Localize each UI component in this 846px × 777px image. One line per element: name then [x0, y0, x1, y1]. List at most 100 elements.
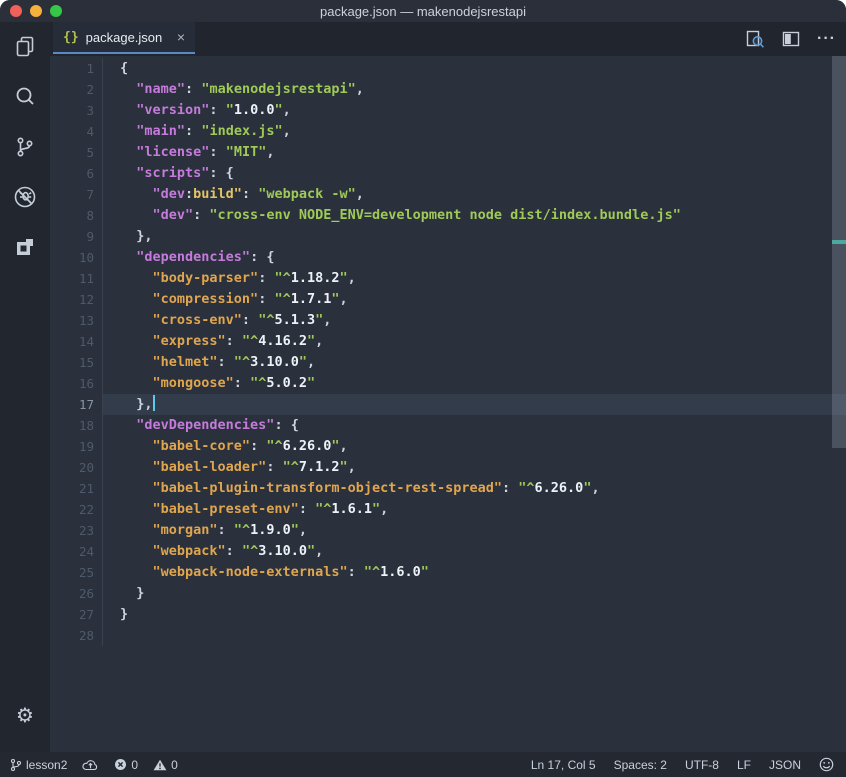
eol-indicator[interactable]: LF: [737, 758, 751, 772]
tab-bar: {} package.json × ···: [50, 22, 846, 56]
cursor-position-indicator[interactable]: Ln 17, Col 5: [531, 758, 596, 772]
more-actions-button[interactable]: ···: [817, 34, 836, 44]
split-editor-button[interactable]: [782, 31, 800, 47]
scrollbar-thumb[interactable]: [832, 56, 846, 448]
code-line[interactable]: 2 "name": "makenodejsrestapi",: [50, 79, 846, 100]
sidebar-item-search[interactable]: [0, 72, 50, 122]
language-mode-indicator[interactable]: JSON: [769, 758, 801, 772]
tab-label: package.json: [86, 30, 163, 45]
editor-actions: ···: [745, 22, 836, 56]
gear-icon: ⚙: [16, 705, 34, 725]
sidebar-item-extensions[interactable]: [0, 222, 50, 272]
debug-icon: [12, 184, 38, 210]
code-line[interactable]: 25 "webpack-node-externals": "^1.6.0": [50, 562, 846, 583]
line-number: 14: [50, 331, 103, 352]
editor[interactable]: 1{2 "name": "makenodejsrestapi",3 "versi…: [50, 56, 846, 752]
line-number: 16: [50, 373, 103, 394]
code-line[interactable]: 8 "dev": "cross-env NODE_ENV=development…: [50, 205, 846, 226]
code-line[interactable]: 24 "webpack": "^3.10.0",: [50, 541, 846, 562]
code-line[interactable]: 5 "license": "MIT",: [50, 142, 846, 163]
code-text: "main": "index.js",: [103, 121, 846, 142]
sidebar-item-source-control[interactable]: [0, 122, 50, 172]
code-line[interactable]: 7 "dev:build": "webpack -w",: [50, 184, 846, 205]
code-line[interactable]: 3 "version": "1.0.0",: [50, 100, 846, 121]
code-line[interactable]: 20 "babel-loader": "^7.1.2",: [50, 457, 846, 478]
code-text: },: [103, 394, 846, 415]
code-line[interactable]: 19 "babel-core": "^6.26.0",: [50, 436, 846, 457]
code-line[interactable]: 22 "babel-preset-env": "^1.6.1",: [50, 499, 846, 520]
code-text: "license": "MIT",: [103, 142, 846, 163]
code-line[interactable]: 28: [50, 625, 846, 646]
json-braces-icon: {}: [63, 30, 79, 45]
line-number: 10: [50, 247, 103, 268]
encoding-indicator[interactable]: UTF-8: [685, 758, 719, 772]
line-number: 27: [50, 604, 103, 625]
code-line[interactable]: 14 "express": "^4.16.2",: [50, 331, 846, 352]
code-text: "express": "^4.16.2",: [103, 331, 846, 352]
sidebar-item-explorer[interactable]: [0, 22, 50, 72]
branch-name: lesson2: [26, 758, 67, 772]
more-actions-icon: ···: [817, 34, 836, 44]
overview-ruler-mark: [832, 240, 846, 244]
publish-changes-button[interactable]: [82, 759, 99, 771]
line-number: 20: [50, 457, 103, 478]
code-line[interactable]: 17 },: [50, 394, 846, 415]
line-number: 15: [50, 352, 103, 373]
code-line[interactable]: 6 "scripts": {: [50, 163, 846, 184]
code-text: "babel-plugin-transform-object-rest-spre…: [103, 478, 846, 499]
line-number: 28: [50, 625, 103, 646]
code-text: "babel-loader": "^7.1.2",: [103, 457, 846, 478]
line-number: 26: [50, 583, 103, 604]
code-line[interactable]: 13 "cross-env": "^5.1.3",: [50, 310, 846, 331]
code-text: "morgan": "^1.9.0",: [103, 520, 846, 541]
code-line[interactable]: 26 }: [50, 583, 846, 604]
status-bar: lesson2 0: [0, 752, 846, 777]
line-number: 7: [50, 184, 103, 205]
code-line[interactable]: 10 "dependencies": {: [50, 247, 846, 268]
status-left: lesson2 0: [0, 758, 178, 772]
extensions-icon: [12, 234, 38, 260]
code-line[interactable]: 27}: [50, 604, 846, 625]
close-tab-icon[interactable]: ×: [177, 29, 185, 45]
code-line[interactable]: 16 "mongoose": "^5.0.2": [50, 373, 846, 394]
code-text: "name": "makenodejsrestapi",: [103, 79, 846, 100]
warnings-indicator[interactable]: 0: [153, 758, 178, 772]
errors-indicator[interactable]: 0: [114, 758, 138, 772]
code-text: "dev": "cross-env NODE_ENV=development n…: [103, 205, 846, 226]
code-line[interactable]: 1{: [50, 58, 846, 79]
git-branch-icon: [10, 758, 22, 772]
find-in-file-button[interactable]: [745, 30, 765, 49]
error-icon: [114, 758, 127, 771]
line-number: 25: [50, 562, 103, 583]
code-line[interactable]: 4 "main": "index.js",: [50, 121, 846, 142]
code-line[interactable]: 12 "compression": "^1.7.1",: [50, 289, 846, 310]
code-text: }: [103, 583, 846, 604]
code-text: "scripts": {: [103, 163, 846, 184]
errors-count: 0: [131, 758, 138, 772]
code-text: "helmet": "^3.10.0",: [103, 352, 846, 373]
code-line[interactable]: 11 "body-parser": "^1.18.2",: [50, 268, 846, 289]
source-control-icon: [12, 134, 38, 160]
line-number: 9: [50, 226, 103, 247]
code-text: "devDependencies": {: [103, 415, 846, 436]
code-line[interactable]: 15 "helmet": "^3.10.0",: [50, 352, 846, 373]
code-text: "cross-env": "^5.1.3",: [103, 310, 846, 331]
window-title: package.json — makenodejsrestapi: [0, 0, 846, 22]
code-text: "mongoose": "^5.0.2": [103, 373, 846, 394]
code-line[interactable]: 23 "morgan": "^1.9.0",: [50, 520, 846, 541]
code-line[interactable]: 18 "devDependencies": {: [50, 415, 846, 436]
line-number: 5: [50, 142, 103, 163]
code-text: "babel-core": "^6.26.0",: [103, 436, 846, 457]
git-branch-indicator[interactable]: lesson2: [10, 758, 67, 772]
code-line[interactable]: 21 "babel-plugin-transform-object-rest-s…: [50, 478, 846, 499]
code-text: "compression": "^1.7.1",: [103, 289, 846, 310]
feedback-button[interactable]: [819, 757, 834, 772]
scrollbar[interactable]: [832, 56, 846, 752]
find-in-file-icon: [745, 30, 765, 49]
tab-package-json[interactable]: {} package.json ×: [53, 22, 195, 54]
indentation-indicator[interactable]: Spaces: 2: [614, 758, 667, 772]
settings-button[interactable]: ⚙: [0, 690, 50, 740]
sidebar-item-debug[interactable]: [0, 172, 50, 222]
titlebar: package.json — makenodejsrestapi: [0, 0, 846, 22]
code-line[interactable]: 9 },: [50, 226, 846, 247]
